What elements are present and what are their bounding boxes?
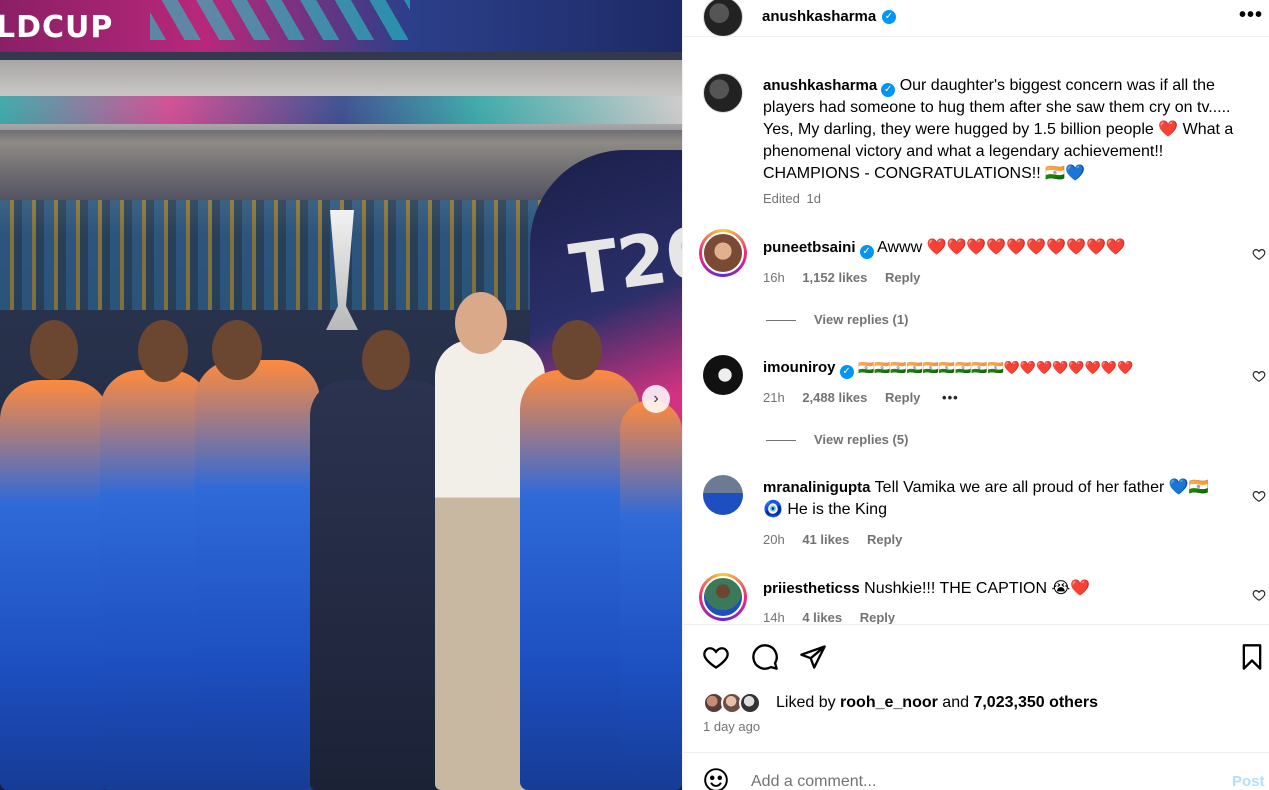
comment-time[interactable]: 16h bbox=[763, 270, 785, 285]
comment-time[interactable]: 20h bbox=[763, 532, 785, 547]
player-head bbox=[212, 320, 262, 380]
caption-username[interactable]: anushkasharma bbox=[763, 77, 877, 94]
player-figure bbox=[0, 380, 110, 790]
commenter-username[interactable]: priiestheticss bbox=[763, 580, 860, 597]
header-divider bbox=[683, 36, 1269, 37]
emoji-icon[interactable] bbox=[703, 767, 729, 790]
view-replies-button[interactable]: View replies (1) bbox=[766, 312, 908, 327]
post-actions: Liked by rooh_e_noor and 7,023,350 other… bbox=[683, 624, 1269, 790]
comment-likes[interactable]: 2,488 likes bbox=[802, 390, 867, 405]
commenter-avatar bbox=[702, 232, 744, 274]
commenter-avatar[interactable] bbox=[703, 355, 743, 395]
view-replies-button[interactable]: View replies (5) bbox=[766, 432, 908, 447]
comment-text: 🇮🇳🇮🇳🇮🇳🇮🇳🇮🇳🇮🇳🇮🇳🇮🇳🇮🇳❤️❤️❤️❤️❤️❤️❤️❤️ bbox=[857, 360, 1134, 375]
commenter-avatar bbox=[702, 576, 744, 618]
comments-list[interactable]: anushkasharma ✓ Our daughter's biggest co… bbox=[683, 59, 1269, 624]
reply-button[interactable]: Reply bbox=[867, 532, 902, 547]
comment-likes[interactable]: 41 likes bbox=[802, 532, 849, 547]
add-comment-input[interactable]: Add a comment... bbox=[751, 773, 876, 790]
next-image-button[interactable]: › bbox=[642, 385, 670, 413]
verified-badge-icon: ✓ bbox=[859, 245, 874, 259]
comment-body: priiestheticss Nushkie!!! THE CAPTION 😭❤… bbox=[763, 578, 1238, 600]
edited-label: Edited bbox=[763, 191, 800, 206]
like-heart-icon[interactable] bbox=[702, 643, 730, 671]
comment-likes[interactable]: 1,152 likes bbox=[802, 270, 867, 285]
post-date[interactable]: 1 day ago bbox=[703, 719, 760, 734]
stadium-banner: LDCUP bbox=[0, 0, 682, 52]
caption-meta: Edited 1d bbox=[763, 191, 821, 206]
comment-like-heart-icon[interactable] bbox=[1252, 588, 1266, 602]
post-image[interactable]: LDCUP T20 › bbox=[0, 0, 682, 790]
verified-badge-icon: ✓ bbox=[882, 10, 896, 24]
comment-more-icon[interactable]: ••• bbox=[942, 390, 959, 405]
liker-avatar bbox=[739, 692, 761, 714]
liked-by-and: and bbox=[942, 694, 969, 711]
player-head bbox=[138, 320, 188, 382]
view-replies-label: View replies (1) bbox=[814, 312, 909, 327]
comment-like-heart-icon[interactable] bbox=[1252, 247, 1266, 261]
comment-meta: 14h 4 likes Reply bbox=[763, 610, 895, 624]
caption-body: anushkasharma ✓ Our daughter's biggest co… bbox=[763, 75, 1238, 185]
comment-text: Nushkie!!! THE CAPTION 😭❤️ bbox=[864, 580, 1091, 597]
liked-by-user[interactable]: rooh_e_noor bbox=[840, 694, 938, 711]
comment-time[interactable]: 21h bbox=[763, 390, 785, 405]
commenter-username[interactable]: puneetbsaini bbox=[763, 239, 856, 256]
post-comment-button[interactable]: Post bbox=[1232, 773, 1265, 790]
view-replies-label: View replies (5) bbox=[814, 432, 909, 447]
comment-bubble-icon[interactable] bbox=[751, 643, 779, 671]
comment-time[interactable]: 14h bbox=[763, 610, 785, 624]
more-options-icon[interactable]: ••• bbox=[1239, 4, 1263, 27]
comment-body: puneetbsaini ✓ Awww ❤️❤️❤️❤️❤️❤️❤️❤️❤️❤️ bbox=[763, 237, 1238, 259]
comment-meta: 21h 2,488 likes Reply ••• bbox=[763, 390, 959, 405]
comment-meta: 16h 1,152 likes Reply bbox=[763, 270, 920, 285]
post-details-panel: anushkasharma ✓ ••• anushkasharma ✓ Our d… bbox=[682, 0, 1269, 790]
board-text: T20 bbox=[565, 210, 682, 312]
commenter-avatar[interactable] bbox=[703, 475, 743, 515]
likes-count[interactable]: 7,023,350 others bbox=[973, 694, 1098, 711]
commenter-username[interactable]: mranalinigupta bbox=[763, 479, 871, 496]
liked-by-text: Liked by rooh_e_noor and 7,023,350 other… bbox=[776, 694, 1098, 712]
commenter-username[interactable]: imouniroy bbox=[763, 359, 836, 376]
story-ring[interactable] bbox=[699, 573, 747, 621]
comment-like-heart-icon[interactable] bbox=[1252, 369, 1266, 383]
replies-line bbox=[766, 440, 796, 442]
official-figure bbox=[310, 380, 450, 790]
post-header: anushkasharma ✓ ••• bbox=[683, 0, 1269, 37]
add-comment-bar: Add a comment... Post bbox=[683, 752, 1269, 790]
player-figure bbox=[195, 360, 320, 790]
verified-badge-icon: ✓ bbox=[839, 365, 854, 379]
replies-line bbox=[766, 320, 796, 322]
player-figure bbox=[620, 400, 682, 790]
comment-likes[interactable]: 4 likes bbox=[802, 610, 842, 624]
comment-body: imouniroy ✓ 🇮🇳🇮🇳🇮🇳🇮🇳🇮🇳🇮🇳🇮🇳🇮🇳🇮🇳❤️❤️❤️❤️❤️❤… bbox=[763, 357, 1238, 379]
official-head bbox=[455, 292, 507, 354]
reply-button[interactable]: Reply bbox=[885, 390, 920, 405]
author-username[interactable]: anushkasharma bbox=[762, 8, 876, 25]
comment-like-heart-icon[interactable] bbox=[1252, 489, 1266, 503]
author-avatar[interactable] bbox=[703, 0, 743, 37]
reply-button[interactable]: Reply bbox=[885, 270, 920, 285]
story-ring[interactable] bbox=[699, 229, 747, 277]
comment-text: Awww ❤️❤️❤️❤️❤️❤️❤️❤️❤️❤️ bbox=[877, 239, 1126, 256]
stand-band bbox=[0, 96, 682, 124]
bookmark-icon[interactable] bbox=[1238, 643, 1266, 671]
banner-text: LDCUP bbox=[0, 10, 114, 45]
reply-button[interactable]: Reply bbox=[860, 610, 895, 624]
comment-meta: 20h 41 likes Reply bbox=[763, 532, 902, 547]
chevron-right-icon: › bbox=[653, 390, 659, 407]
player-head bbox=[552, 320, 602, 380]
banner-pattern bbox=[150, 0, 410, 40]
comment-body: mranalinigupta Tell Vamika we are all pr… bbox=[763, 477, 1223, 521]
liked-by-prefix: Liked by bbox=[776, 694, 836, 711]
official-head bbox=[362, 330, 410, 390]
caption-time[interactable]: 1d bbox=[807, 191, 821, 206]
player-figure bbox=[100, 370, 210, 790]
author-avatar[interactable] bbox=[703, 73, 743, 113]
share-send-icon[interactable] bbox=[799, 643, 827, 671]
player-head bbox=[30, 320, 78, 380]
verified-badge-icon: ✓ bbox=[881, 83, 896, 97]
